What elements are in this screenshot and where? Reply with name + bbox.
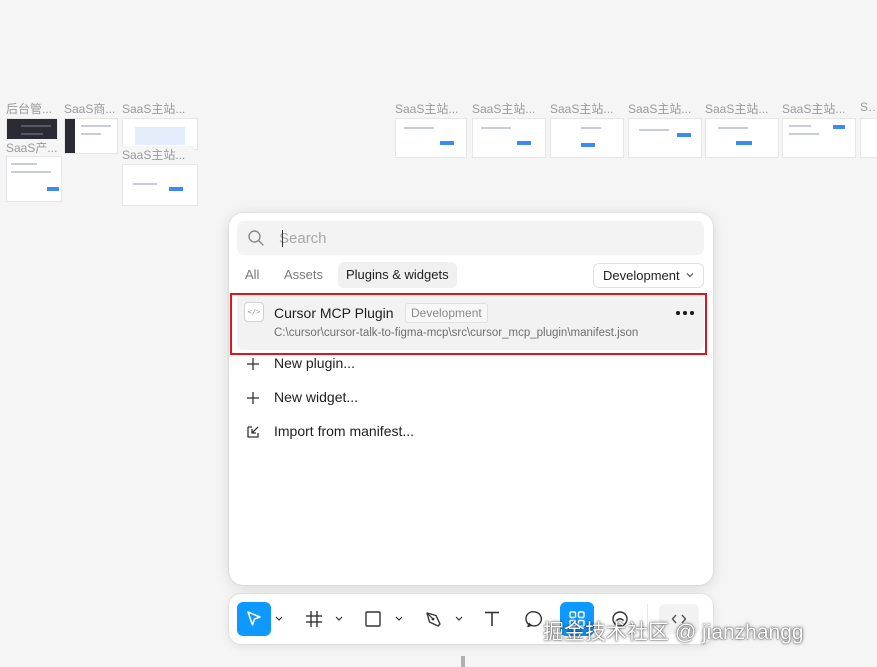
frame-label[interactable]: SaaS主站... bbox=[472, 100, 544, 117]
text-icon bbox=[485, 611, 499, 626]
plus-icon bbox=[247, 392, 259, 404]
plugin-list-item[interactable]: </> Cursor MCP Plugin Development C:\cur… bbox=[237, 294, 704, 350]
frame-thumbnail[interactable] bbox=[705, 118, 779, 158]
search-input[interactable] bbox=[279, 226, 689, 250]
canvas-scroll-indicator bbox=[461, 656, 465, 667]
chevron-down-icon[interactable] bbox=[334, 615, 344, 623]
status-badge: Development bbox=[405, 303, 488, 323]
frame-thumbnail[interactable] bbox=[122, 164, 198, 206]
frame-label[interactable]: SaaS主站... bbox=[395, 100, 467, 117]
frame-thumbnail[interactable] bbox=[395, 118, 467, 158]
frame-thumbnail[interactable] bbox=[550, 118, 624, 158]
plugin-name: Cursor MCP Plugin bbox=[274, 305, 394, 321]
new-widget-button[interactable]: New widget... bbox=[245, 387, 545, 409]
frame-label[interactable]: SaaS主站... bbox=[628, 100, 700, 117]
more-icon bbox=[676, 311, 680, 315]
pen-tool[interactable] bbox=[416, 602, 450, 636]
rectangle-icon bbox=[365, 611, 381, 627]
resources-dialog: All Assets Plugins & widgets Development… bbox=[229, 213, 713, 585]
shape-tool[interactable] bbox=[356, 602, 390, 636]
plus-icon bbox=[247, 358, 259, 370]
search-box[interactable] bbox=[237, 221, 704, 255]
frame-label[interactable]: SaaS主站... bbox=[705, 100, 777, 117]
hash-frame-icon bbox=[306, 611, 322, 627]
new-widget-label: New widget... bbox=[274, 389, 359, 405]
watermark: 掘金技术社区 @ jianzhangg bbox=[543, 621, 804, 644]
frame-thumbnail[interactable] bbox=[628, 118, 702, 158]
frame-thumbnail[interactable] bbox=[472, 118, 546, 158]
import-icon bbox=[247, 426, 259, 438]
pen-icon bbox=[426, 612, 441, 627]
chevron-down-icon bbox=[686, 273, 694, 278]
frame-thumbnail[interactable] bbox=[6, 156, 62, 202]
comment-icon bbox=[525, 611, 543, 628]
new-plugin-button[interactable]: New plugin... bbox=[245, 353, 545, 375]
chevron-down-icon[interactable] bbox=[274, 615, 284, 623]
filter-dropdown-label: Development bbox=[603, 268, 680, 283]
import-from-manifest-button[interactable]: Import from manifest... bbox=[245, 421, 545, 443]
new-plugin-label: New plugin... bbox=[274, 355, 355, 371]
frame-label[interactable]: SaaS商... bbox=[64, 100, 119, 117]
text-tool[interactable] bbox=[475, 602, 509, 636]
plugin-manifest-path: C:\cursor\cursor-talk-to-figma-mcp\src\c… bbox=[274, 327, 639, 339]
code-icon: </> bbox=[244, 302, 264, 322]
import-from-manifest-label: Import from manifest... bbox=[274, 423, 415, 439]
frame-label[interactable]: SaaS主站... bbox=[782, 100, 854, 117]
frame-label[interactable]: Saa bbox=[860, 100, 877, 114]
frame-thumbnail[interactable] bbox=[64, 118, 118, 154]
more-options-button[interactable] bbox=[674, 304, 696, 320]
search-icon bbox=[248, 230, 264, 246]
cursor-arrow-icon bbox=[247, 611, 261, 626]
filter-dropdown[interactable]: Development bbox=[593, 263, 704, 288]
frame-thumbnail[interactable] bbox=[782, 118, 856, 158]
tab-all[interactable]: All bbox=[237, 262, 267, 288]
tab-assets[interactable]: Assets bbox=[276, 262, 331, 288]
frame-thumbnail[interactable] bbox=[860, 118, 877, 158]
chevron-down-icon[interactable] bbox=[454, 615, 464, 623]
frame-label[interactable]: 后台管... bbox=[6, 100, 60, 117]
move-tool[interactable] bbox=[237, 602, 271, 636]
frame-label[interactable]: SaaS主站... bbox=[122, 100, 194, 117]
tab-plugins-widgets[interactable]: Plugins & widgets bbox=[338, 262, 457, 288]
frame-tool[interactable] bbox=[297, 602, 331, 636]
frame-label[interactable]: SaaS主站... bbox=[122, 146, 194, 163]
frame-label[interactable]: SaaS主站... bbox=[550, 100, 622, 117]
frame-label[interactable]: SaaS产... bbox=[6, 139, 62, 156]
text-caret bbox=[282, 230, 283, 247]
chevron-down-icon[interactable] bbox=[394, 615, 404, 623]
